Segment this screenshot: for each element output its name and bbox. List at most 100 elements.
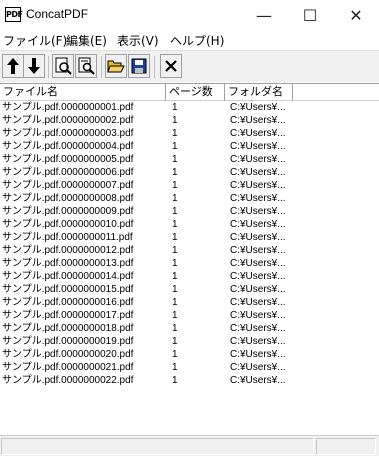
folder-name-cell: C:¥Users¥... <box>230 141 286 152</box>
preview-icon <box>78 57 95 75</box>
page-count-cell: 1 <box>172 336 178 347</box>
status-pane-secondary <box>316 438 376 455</box>
page-count-cell: 1 <box>172 284 178 295</box>
table-row[interactable]: サンプル.pdf.0000000015.pdf 1 C:¥Users¥... <box>0 283 379 296</box>
minimize-button[interactable]: — <box>241 0 287 30</box>
table-row[interactable]: サンプル.pdf.0000000013.pdf 1 C:¥Users¥... <box>0 257 379 270</box>
page-count-cell: 1 <box>172 297 178 308</box>
move-down-button[interactable] <box>23 54 45 78</box>
status-bar <box>0 435 379 456</box>
file-list[interactable]: ファイル名 ページ数 フォルダ名 サンプル.pdf.0000000001.pdf… <box>0 83 379 435</box>
page-count-cell: 1 <box>172 102 178 113</box>
table-row[interactable]: サンプル.pdf.0000000008.pdf 1 C:¥Users¥... <box>0 192 379 205</box>
menu-file[interactable]: ファイル(F) <box>3 32 67 49</box>
file-name-cell: サンプル.pdf.0000000006.pdf <box>2 167 134 178</box>
column-header-folder[interactable]: フォルダ名 <box>225 84 293 101</box>
file-name-cell: サンプル.pdf.0000000022.pdf <box>2 375 134 386</box>
page-count-cell: 1 <box>172 115 178 126</box>
file-name-cell: サンプル.pdf.0000000009.pdf <box>2 206 134 217</box>
folder-name-cell: C:¥Users¥... <box>230 336 286 347</box>
list-rows: サンプル.pdf.0000000001.pdf 1 C:¥Users¥... サンプル… <box>0 101 379 387</box>
page-count-cell: 1 <box>172 193 178 204</box>
table-row[interactable]: サンプル.pdf.0000000016.pdf 1 C:¥Users¥... <box>0 296 379 309</box>
page-count-cell: 1 <box>172 141 178 152</box>
folder-name-cell: C:¥Users¥... <box>230 115 286 126</box>
table-row[interactable]: サンプル.pdf.0000000003.pdf 1 C:¥Users¥... <box>0 127 379 140</box>
save-button[interactable] <box>128 54 150 78</box>
list-header: ファイル名 ページ数 フォルダ名 <box>0 84 379 101</box>
folder-name-cell: C:¥Users¥... <box>230 219 286 230</box>
column-header-pages[interactable]: ページ数 <box>166 84 225 101</box>
menu-bar: ファイル(F) 編集(E) 表示(V) ヘルプ(H) <box>0 30 379 50</box>
table-row[interactable]: サンプル.pdf.0000000014.pdf 1 C:¥Users¥... <box>0 270 379 283</box>
search-button[interactable] <box>52 54 74 78</box>
folder-name-cell: C:¥Users¥... <box>230 193 286 204</box>
folder-name-cell: C:¥Users¥... <box>230 206 286 217</box>
close-button[interactable]: ✕ <box>333 0 379 30</box>
table-row[interactable]: サンプル.pdf.0000000011.pdf 1 C:¥Users¥... <box>0 231 379 244</box>
delete-icon <box>165 60 177 72</box>
folder-name-cell: C:¥Users¥... <box>230 154 286 165</box>
folder-name-cell: C:¥Users¥... <box>230 375 286 386</box>
file-name-cell: サンプル.pdf.0000000002.pdf <box>2 115 134 126</box>
open-folder-button[interactable] <box>105 54 127 78</box>
file-name-cell: サンプル.pdf.0000000003.pdf <box>2 128 134 139</box>
table-row[interactable]: サンプル.pdf.0000000020.pdf 1 C:¥Users¥... <box>0 348 379 361</box>
table-row[interactable]: サンプル.pdf.0000000012.pdf 1 C:¥Users¥... <box>0 244 379 257</box>
file-name-cell: サンプル.pdf.0000000021.pdf <box>2 362 134 373</box>
file-name-cell: サンプル.pdf.0000000017.pdf <box>2 310 134 321</box>
page-count-cell: 1 <box>172 167 178 178</box>
search-icon <box>55 57 72 75</box>
page-count-cell: 1 <box>172 310 178 321</box>
move-up-button[interactable] <box>2 54 24 78</box>
folder-name-cell: C:¥Users¥... <box>230 167 286 178</box>
menu-view[interactable]: 表示(V) <box>117 32 159 49</box>
toolbar-separator <box>101 56 102 78</box>
page-count-cell: 1 <box>172 232 178 243</box>
maximize-button[interactable]: ☐ <box>287 0 333 30</box>
column-header-filename[interactable]: ファイル名 <box>0 84 166 101</box>
menu-edit[interactable]: 編集(E) <box>66 32 107 49</box>
file-name-cell: サンプル.pdf.0000000018.pdf <box>2 323 134 334</box>
folder-name-cell: C:¥Users¥... <box>230 232 286 243</box>
table-row[interactable]: サンプル.pdf.0000000018.pdf 1 C:¥Users¥... <box>0 322 379 335</box>
folder-name-cell: C:¥Users¥... <box>230 362 286 373</box>
file-name-cell: サンプル.pdf.0000000019.pdf <box>2 336 134 347</box>
file-name-cell: サンプル.pdf.0000000020.pdf <box>2 349 134 360</box>
file-name-cell: サンプル.pdf.0000000011.pdf <box>2 232 133 243</box>
menu-help[interactable]: ヘルプ(H) <box>170 32 224 49</box>
folder-name-cell: C:¥Users¥... <box>230 297 286 308</box>
preview-button[interactable] <box>75 54 97 78</box>
table-row[interactable]: サンプル.pdf.0000000001.pdf 1 C:¥Users¥... <box>0 101 379 114</box>
table-row[interactable]: サンプル.pdf.0000000019.pdf 1 C:¥Users¥... <box>0 335 379 348</box>
file-name-cell: サンプル.pdf.0000000012.pdf <box>2 245 134 256</box>
table-row[interactable]: サンプル.pdf.0000000009.pdf 1 C:¥Users¥... <box>0 205 379 218</box>
table-row[interactable]: サンプル.pdf.0000000017.pdf 1 C:¥Users¥... <box>0 309 379 322</box>
delete-button[interactable] <box>160 54 182 78</box>
table-row[interactable]: サンプル.pdf.0000000022.pdf 1 C:¥Users¥... <box>0 374 379 387</box>
page-count-cell: 1 <box>172 258 178 269</box>
folder-name-cell: C:¥Users¥... <box>230 128 286 139</box>
table-row[interactable]: サンプル.pdf.0000000021.pdf 1 C:¥Users¥... <box>0 361 379 374</box>
move-down-icon <box>28 58 40 74</box>
table-row[interactable]: サンプル.pdf.0000000004.pdf 1 C:¥Users¥... <box>0 140 379 153</box>
folder-name-cell: C:¥Users¥... <box>230 258 286 269</box>
folder-name-cell: C:¥Users¥... <box>230 284 286 295</box>
table-row[interactable]: サンプル.pdf.0000000010.pdf 1 C:¥Users¥... <box>0 218 379 231</box>
page-count-cell: 1 <box>172 206 178 217</box>
file-name-cell: サンプル.pdf.0000000013.pdf <box>2 258 134 269</box>
file-name-cell: サンプル.pdf.0000000016.pdf <box>2 297 134 308</box>
table-row[interactable]: サンプル.pdf.0000000006.pdf 1 C:¥Users¥... <box>0 166 379 179</box>
page-count-cell: 1 <box>172 271 178 282</box>
table-row[interactable]: サンプル.pdf.0000000002.pdf 1 C:¥Users¥... <box>0 114 379 127</box>
folder-name-cell: C:¥Users¥... <box>230 310 286 321</box>
table-row[interactable]: サンプル.pdf.0000000007.pdf 1 C:¥Users¥... <box>0 179 379 192</box>
file-name-cell: サンプル.pdf.0000000005.pdf <box>2 154 134 165</box>
page-count-cell: 1 <box>172 128 178 139</box>
toolbar-separator <box>48 56 49 78</box>
page-count-cell: 1 <box>172 375 178 386</box>
file-name-cell: サンプル.pdf.0000000007.pdf <box>2 180 134 191</box>
table-row[interactable]: サンプル.pdf.0000000005.pdf 1 C:¥Users¥... <box>0 153 379 166</box>
window-title: ConcatPDF <box>26 7 89 21</box>
move-up-icon <box>7 58 19 74</box>
